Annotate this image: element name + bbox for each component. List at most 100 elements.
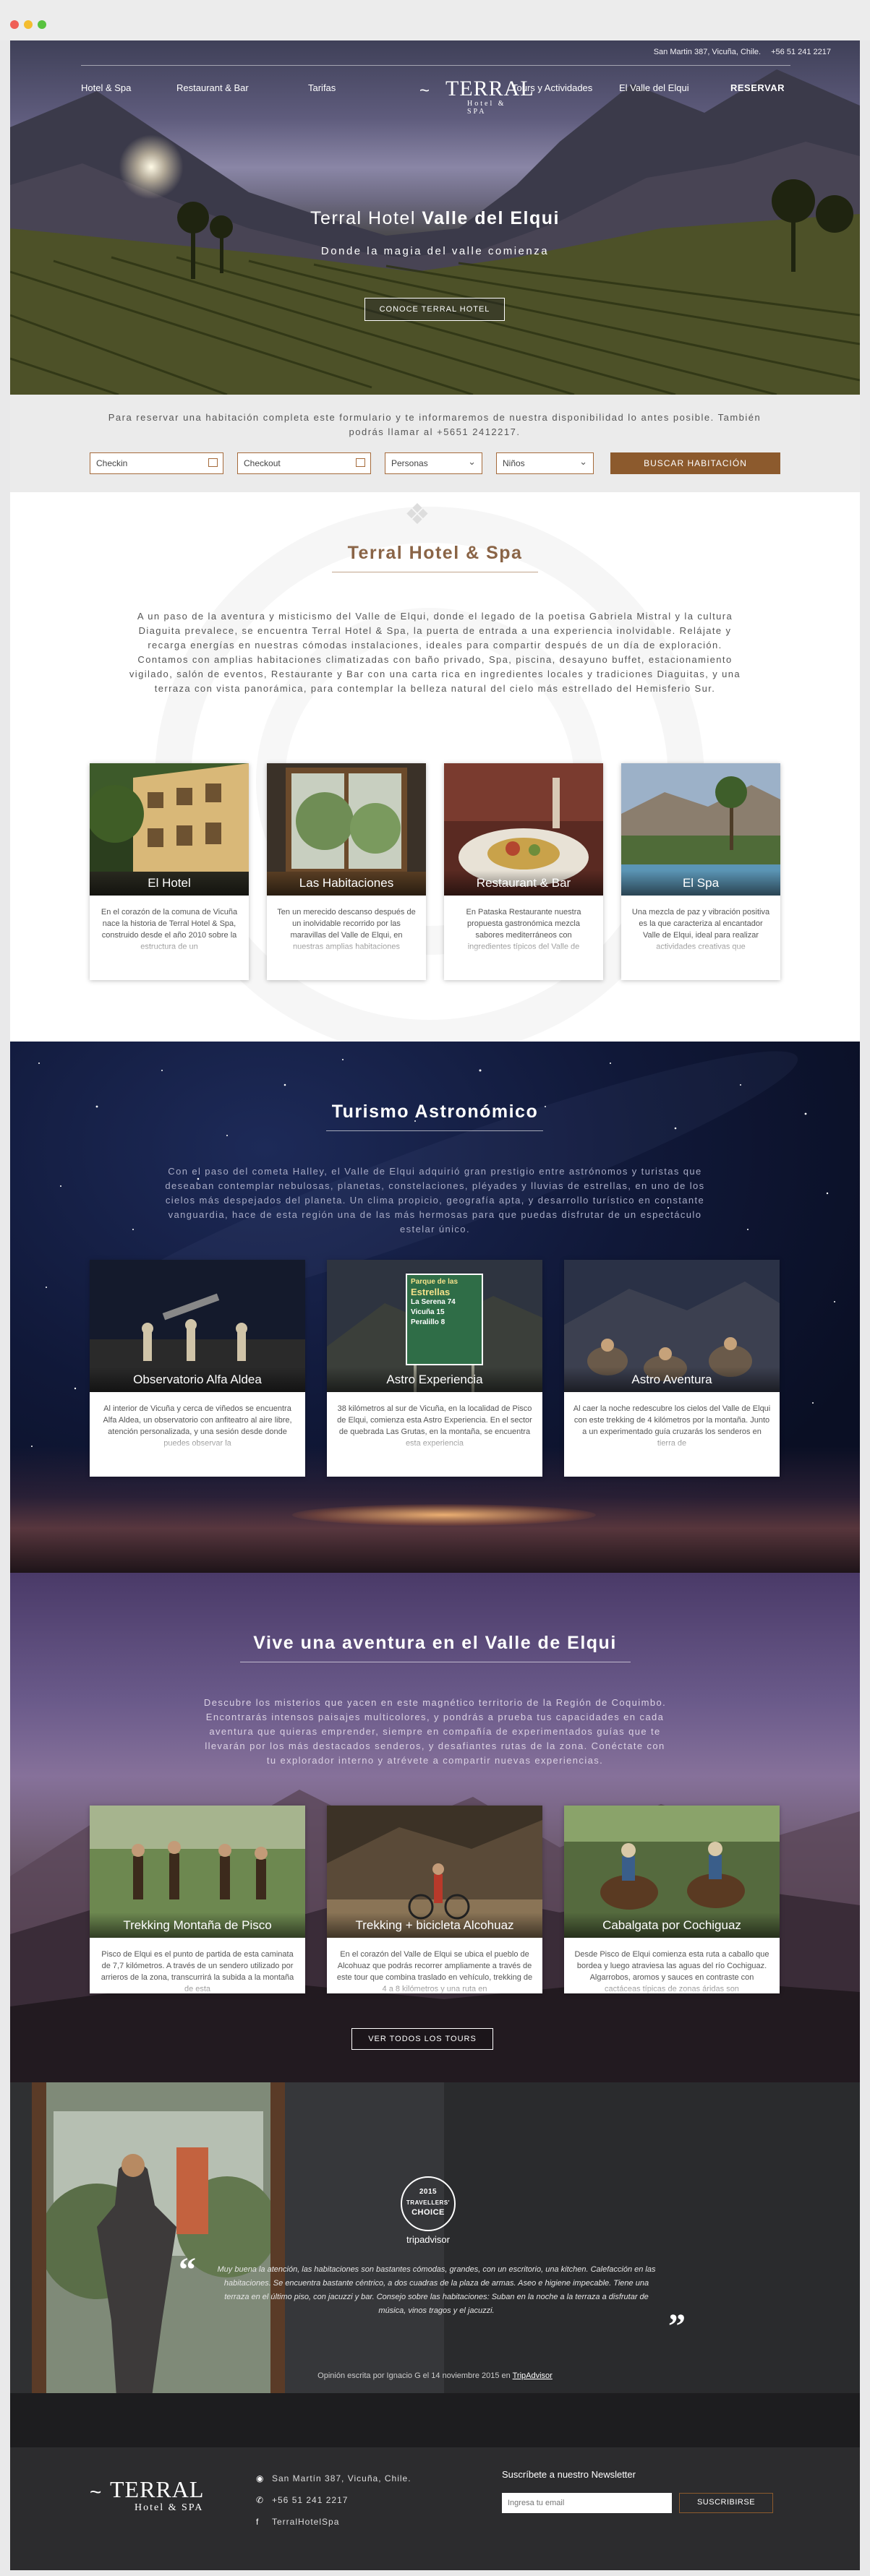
nav-item-tarifas[interactable]: Tarifas <box>308 82 336 93</box>
open-quote-icon: “ <box>179 2251 196 2289</box>
hero-title-light: Terral Hotel <box>310 208 416 228</box>
personas-select[interactable]: Personas ⌄ <box>385 452 482 474</box>
tripadvisor-badge[interactable]: 2015 TRAVELLERS' CHOICE tripadvisor <box>396 2176 461 2245</box>
footer: ~ TERRAL Hotel & SPA ◉ San Martín 387, Vi… <box>10 2447 860 2570</box>
checkout-placeholder: Checkout <box>244 458 281 468</box>
card-fade <box>327 1979 542 1993</box>
phone-icon: ✆ <box>256 2495 265 2505</box>
nav-item-valle[interactable]: El Valle del Elqui <box>619 82 689 93</box>
maximize-window-button[interactable] <box>38 20 46 29</box>
nav-reserve-link[interactable]: RESERVAR <box>730 82 785 93</box>
logo-swirl-icon: ~ <box>90 2481 102 2503</box>
subscribe-button[interactable]: SUSCRIBIRSE <box>679 2493 773 2513</box>
tripadvisor-label: tripadvisor <box>406 2234 450 2245</box>
astro-card-alfa-aldea[interactable]: Observatorio Alfa Aldea Al interior de V… <box>90 1260 305 1477</box>
sun-glare <box>119 134 184 199</box>
card-title: Las Habitaciones <box>267 870 426 896</box>
astro-title-rule <box>326 1130 543 1131</box>
astro-title: Turismo Astronómico <box>331 1102 539 1122</box>
card-title: Astro Experiencia <box>327 1367 542 1392</box>
tour-card-alcohuaz[interactable]: Trekking + bicicleta Alcohuaz En el cora… <box>327 1806 542 1993</box>
card-title: Trekking + bicicleta Alcohuaz <box>327 1912 542 1938</box>
footer-address-text: San Martín 387, Vicuña, Chile. <box>272 2473 411 2483</box>
astro-card-astro-experiencia[interactable]: Parque de las Estrellas La Serena 74 Vic… <box>327 1260 542 1477</box>
nav-item-tours[interactable]: Tours y Actividades <box>512 82 592 93</box>
card-fade <box>564 1979 780 1993</box>
badge-line2: CHOICE <box>411 2208 445 2217</box>
hotel-card-el-hotel[interactable]: El Hotel En el corazón de la comuna de V… <box>90 763 249 980</box>
tripadvisor-link[interactable]: TripAdvisor <box>513 2371 553 2380</box>
calendar-icon <box>356 458 365 467</box>
footer-phone[interactable]: ✆ +56 51 241 2217 <box>256 2495 348 2505</box>
card-title: Trekking Montaña de Pisco <box>90 1912 305 1938</box>
checkout-field[interactable]: Checkout <box>237 452 371 474</box>
page: San Martin 387, Vicuña, Chile. +56 51 24… <box>10 40 860 2570</box>
astro-description: Con el paso del cometa Halley, el Valle … <box>165 1166 705 1235</box>
footer-logo[interactable]: ~ TERRAL Hotel & SPA <box>90 2476 220 2520</box>
card-fade <box>90 1979 305 1993</box>
ninos-select[interactable]: Niños ⌄ <box>496 452 594 474</box>
browser-chrome <box>0 0 870 40</box>
card-title: Astro Aventura <box>564 1367 780 1392</box>
card-title: Observatorio Alfa Aldea <box>90 1367 305 1392</box>
location-pin-icon: ◉ <box>256 2473 265 2483</box>
minimize-window-button[interactable] <box>24 20 33 29</box>
booking-section: Para reservar una habitación completa es… <box>10 395 860 492</box>
tour-card-trekking-pisco[interactable]: Trekking Montaña de Pisco Pisco de Elqui… <box>90 1806 305 1993</box>
sign-line: Estrellas <box>411 1287 451 1297</box>
astro-card-astro-aventura[interactable]: Astro Aventura Al caer la noche redescub… <box>564 1260 780 1477</box>
tour-card-cochiguaz[interactable]: Cabalgata por Cochiguaz Desde Pisco de E… <box>564 1806 780 1993</box>
top-contact-bar: San Martin 387, Vicuña, Chile. +56 51 24… <box>654 48 831 56</box>
checkin-field[interactable]: Checkin <box>90 452 223 474</box>
chevron-down-icon: ⌄ <box>468 456 476 467</box>
card-fade <box>621 937 780 958</box>
sign-line: Parque de las <box>411 1278 459 1286</box>
review-quote: Muy buena la atención, las habitaciones … <box>217 2265 656 2315</box>
top-address: San Martin 387, Vicuña, Chile. <box>653 48 762 56</box>
hotel-card-spa[interactable]: El Spa Una mezcla de paz y vibración pos… <box>621 763 780 980</box>
hotel-card-habitaciones[interactable]: Las Habitaciones Ten un merecido descans… <box>267 763 426 980</box>
checkin-placeholder: Checkin <box>96 458 128 468</box>
travellers-choice-icon: 2015 TRAVELLERS' CHOICE <box>401 2176 456 2231</box>
top-divider <box>81 65 790 66</box>
card-title: El Spa <box>621 870 780 896</box>
badge-line1: TRAVELLERS' <box>406 2199 451 2206</box>
search-room-button[interactable]: BUSCAR HABITACIÓN <box>610 452 780 474</box>
footer-facebook-text: TerralHotelSpa <box>272 2517 340 2527</box>
hotel-title: Terral Hotel & Spa <box>347 543 523 563</box>
top-phone[interactable]: +56 51 241 2217 <box>771 48 831 56</box>
hero-cta-button[interactable]: CONOCE TERRAL HOTEL <box>364 298 505 321</box>
footer-facebook[interactable]: f TerralHotelSpa <box>256 2517 339 2527</box>
personas-label: Personas <box>391 458 428 468</box>
card-fade <box>327 1433 542 1455</box>
adventure-section: Vive una aventura en el Valle de Elqui D… <box>10 1573 860 2082</box>
sign-line: Vicuña 15 <box>411 1308 445 1316</box>
road-sign: Parque de las Estrellas La Serena 74 Vic… <box>411 1277 479 1328</box>
close-window-button[interactable] <box>10 20 19 29</box>
logo-subtitle: Hotel & SPA <box>135 2502 204 2513</box>
hotel-card-restaurant[interactable]: Restaurant & Bar En Pataska Restaurante … <box>444 763 603 980</box>
hotel-section: ❖ Terral Hotel & Spa A un paso de la ave… <box>10 492 860 1042</box>
card-title: El Hotel <box>90 870 249 896</box>
ninos-label: Niños <box>503 458 525 468</box>
card-title: Restaurant & Bar <box>444 870 603 896</box>
adventure-title: Vive una aventura en el Valle de Elqui <box>253 1633 617 1653</box>
review-section: 2015 TRAVELLERS' CHOICE tripadvisor “ Mu… <box>10 2082 860 2447</box>
card-fade <box>267 937 426 958</box>
newsletter-title: Suscríbete a nuestro Newsletter <box>502 2469 636 2480</box>
hotel-description: A un paso de la aventura y misticismo de… <box>129 611 741 694</box>
booking-instructions: Para reservar una habitación completa es… <box>108 412 762 437</box>
card-fade <box>90 1433 305 1455</box>
card-fade <box>444 937 603 958</box>
town-lights <box>292 1504 596 1526</box>
newsletter-email-input[interactable] <box>502 2493 672 2513</box>
hero-title: Terral Hotel Valle del Elqui <box>10 208 860 229</box>
diaguita-ornament-icon: ❖ <box>404 499 430 531</box>
nav-item-restaurant-bar[interactable]: Restaurant & Bar <box>176 82 249 93</box>
hero-title-bold: Valle del Elqui <box>422 208 560 228</box>
all-tours-button[interactable]: VER TODOS LOS TOURS <box>351 2028 493 2050</box>
nav-item-hotel-spa[interactable]: Hotel & Spa <box>81 82 131 93</box>
review-source-text: Opinión escrita por Ignacio G el 14 novi… <box>317 2371 511 2380</box>
sign-line: La Serena 74 <box>411 1298 456 1306</box>
card-title: Cabalgata por Cochiguaz <box>564 1912 780 1938</box>
